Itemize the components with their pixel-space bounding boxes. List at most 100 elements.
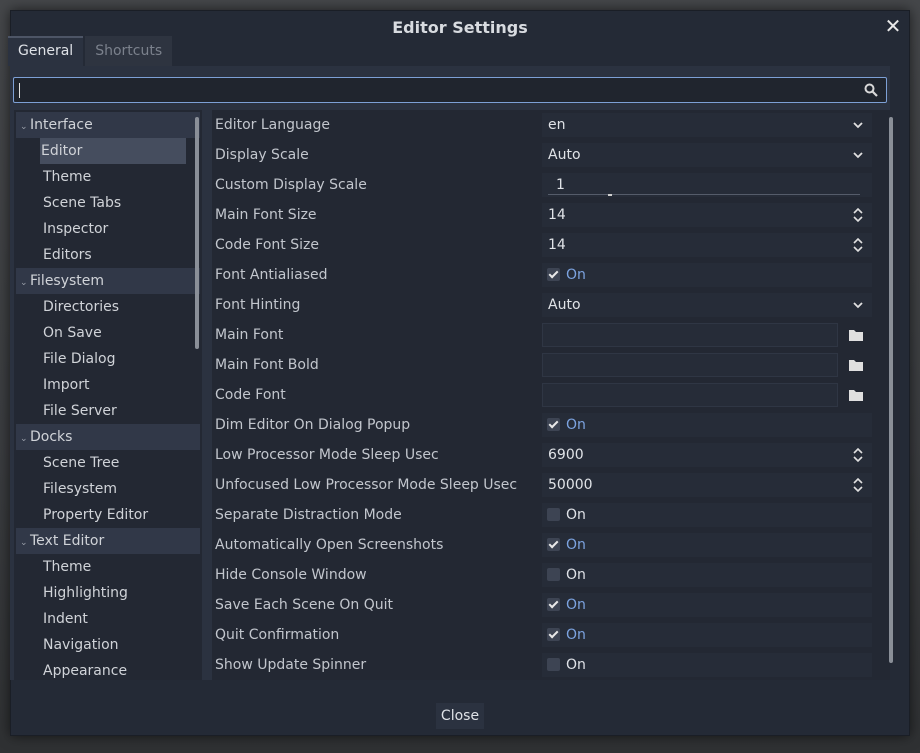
- tree-item-label: Property Editor: [43, 507, 149, 523]
- tree-item[interactable]: Property Editor: [16, 502, 200, 528]
- property-checkbox[interactable]: On: [542, 263, 872, 287]
- slider-handle[interactable]: [608, 194, 612, 196]
- chevron-down-icon[interactable]: ⌄: [20, 426, 30, 452]
- tree-item[interactable]: Highlighting: [16, 580, 200, 606]
- chevron-down-icon[interactable]: ⌄: [20, 114, 30, 140]
- folder-icon[interactable]: [848, 358, 864, 372]
- folder-icon[interactable]: [848, 388, 864, 402]
- property-spinbox[interactable]: 14: [542, 233, 872, 257]
- property-label: Font Hinting: [215, 297, 301, 313]
- tree-item[interactable]: Scene Tree: [16, 450, 200, 476]
- tree-item-label: Docks: [30, 429, 73, 445]
- tree-item-label: File Dialog: [43, 351, 116, 367]
- checkbox-unchecked-icon[interactable]: [547, 568, 560, 581]
- tree-item[interactable]: Inspector: [16, 216, 200, 242]
- chevron-down-icon[interactable]: [852, 299, 864, 311]
- tree-item-label: Filesystem: [30, 273, 105, 289]
- tree-item[interactable]: Theme: [16, 554, 200, 580]
- checkbox-checked-icon[interactable]: [547, 418, 560, 431]
- property-dropdown[interactable]: Auto: [542, 293, 872, 317]
- tree-item[interactable]: Filesystem: [16, 476, 200, 502]
- tree-item[interactable]: Indent: [16, 606, 200, 632]
- property-spinbox[interactable]: 6900: [542, 443, 872, 467]
- tree-item[interactable]: Import: [16, 372, 200, 398]
- tab-shortcuts[interactable]: Shortcuts: [85, 36, 173, 66]
- property-label: Separate Distraction Mode: [215, 507, 402, 523]
- dialog-title: Editor Settings: [392, 17, 528, 37]
- checkbox-checked-icon[interactable]: [547, 598, 560, 611]
- tree-item-label: Text Editor: [30, 533, 105, 549]
- tree-item[interactable]: Theme: [16, 164, 200, 190]
- tree-item[interactable]: Scene Tabs: [16, 190, 200, 216]
- checkbox-label: On: [566, 417, 586, 433]
- property-dropdown[interactable]: Auto: [542, 143, 872, 167]
- chevron-down-icon[interactable]: ⌄: [20, 530, 30, 556]
- chevron-down-icon[interactable]: [852, 119, 864, 131]
- tree-scrollbar[interactable]: [195, 117, 199, 349]
- search-icon[interactable]: [864, 83, 878, 97]
- property-label: Dim Editor On Dialog Popup: [215, 417, 411, 433]
- property-label: Low Processor Mode Sleep Usec: [215, 447, 439, 463]
- checkbox-checked-icon[interactable]: [547, 628, 560, 641]
- property-scrollbar[interactable]: [889, 117, 893, 663]
- tree-item[interactable]: On Save: [16, 320, 200, 346]
- property-checkbox[interactable]: On: [542, 593, 872, 617]
- close-button[interactable]: Close: [436, 703, 484, 729]
- property-label: Save Each Scene On Quit: [215, 597, 394, 613]
- chevron-down-icon[interactable]: [852, 149, 864, 161]
- tree-item-label: Directories: [43, 299, 120, 315]
- property-row: Automatically Open Screenshots On: [212, 530, 890, 560]
- tree-item[interactable]: Editor: [40, 138, 186, 164]
- property-slider[interactable]: 1: [542, 173, 872, 197]
- property-dropdown[interactable]: en: [542, 113, 872, 137]
- property-checkbox[interactable]: On: [542, 503, 872, 527]
- property-file-path[interactable]: [542, 323, 838, 347]
- property-row: Show Update Spinner On: [212, 650, 890, 680]
- tree-item[interactable]: File Server: [16, 398, 200, 424]
- property-checkbox[interactable]: On: [542, 623, 872, 647]
- search-input[interactable]: [13, 77, 887, 103]
- chevron-down-icon[interactable]: ⌄: [20, 270, 30, 296]
- spinner-arrows-icon[interactable]: [852, 237, 864, 253]
- close-icon[interactable]: ✕: [883, 15, 903, 37]
- checkbox-checked-icon[interactable]: [547, 538, 560, 551]
- tree-item[interactable]: Navigation: [16, 632, 200, 658]
- checkbox-checked-icon[interactable]: [547, 268, 560, 281]
- tree-item-label: Scene Tree: [43, 455, 120, 471]
- property-label: Main Font Size: [215, 207, 317, 223]
- text-caret: [19, 83, 20, 98]
- property-file-path[interactable]: [542, 383, 838, 407]
- tree-item[interactable]: Directories: [16, 294, 200, 320]
- spinner-arrows-icon[interactable]: [852, 477, 864, 493]
- checkbox-label: On: [566, 507, 586, 523]
- property-row: Main Font: [212, 320, 890, 350]
- checkbox-unchecked-icon[interactable]: [547, 658, 560, 671]
- property-checkbox[interactable]: On: [542, 533, 872, 557]
- tree-section[interactable]: ⌄ Filesystem: [16, 268, 200, 294]
- property-spinbox[interactable]: 50000: [542, 473, 872, 497]
- slider-value: 1: [556, 177, 565, 193]
- property-checkbox[interactable]: On: [542, 413, 872, 437]
- tree-item[interactable]: File Dialog: [16, 346, 200, 372]
- tree-section[interactable]: ⌄ Text Editor: [16, 528, 200, 554]
- folder-icon[interactable]: [848, 328, 864, 342]
- property-list: Editor Language en Display Scale Auto Custom…: [212, 110, 890, 680]
- tab-general[interactable]: General: [8, 36, 84, 66]
- tree-section[interactable]: ⌄ Docks: [16, 424, 200, 450]
- property-checkbox[interactable]: On: [542, 563, 872, 587]
- property-label: Code Font: [215, 387, 286, 403]
- checkbox-label: On: [566, 537, 586, 553]
- property-spinbox[interactable]: 14: [542, 203, 872, 227]
- property-checkbox[interactable]: On: [542, 653, 872, 677]
- checkbox-unchecked-icon[interactable]: [547, 508, 560, 521]
- property-label: Main Font Bold: [215, 357, 319, 373]
- tree-item-label: Theme: [43, 559, 92, 575]
- spinner-arrows-icon[interactable]: [852, 207, 864, 223]
- property-row: Editor Language en: [212, 110, 890, 140]
- tree-section[interactable]: ⌄ Interface: [16, 112, 200, 138]
- tree-item[interactable]: Editors: [16, 242, 200, 268]
- property-file-path[interactable]: [542, 353, 838, 377]
- slider-track[interactable]: [548, 194, 860, 195]
- spinner-arrows-icon[interactable]: [852, 447, 864, 463]
- tree-item[interactable]: Appearance: [16, 658, 200, 680]
